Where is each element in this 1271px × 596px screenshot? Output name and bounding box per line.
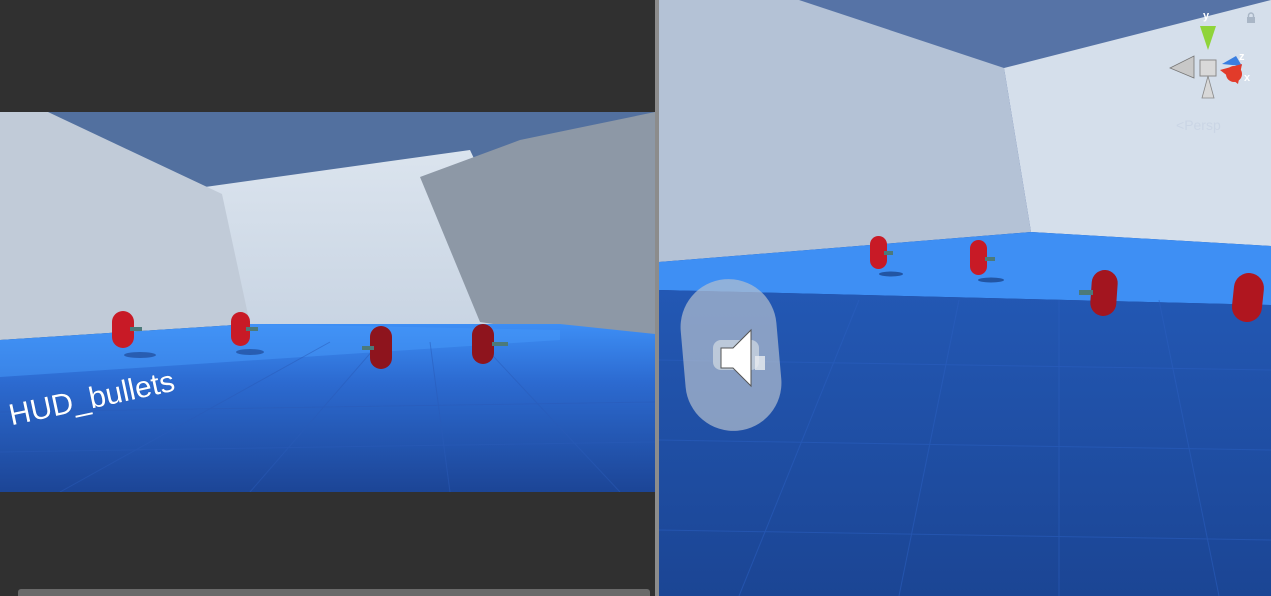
letterbox-top (0, 0, 655, 112)
gizmo-x-label: x (1244, 72, 1251, 84)
persp-text: Persp (1184, 117, 1221, 133)
gizmo-center-cube[interactable] (1199, 59, 1217, 77)
gizmo-x-cone[interactable] (1220, 64, 1242, 84)
game-view-render[interactable] (0, 112, 655, 492)
game-view-panel[interactable]: HUD_bullets (0, 0, 655, 596)
persp-arrow-icon: < (1176, 117, 1185, 133)
gizmo-negative-y-cone[interactable] (1201, 74, 1215, 99)
letterbox-bottom (0, 492, 655, 596)
horizontal-scrollbar[interactable] (18, 589, 650, 596)
orientation-gizmo[interactable] (1160, 6, 1265, 106)
gizmo-z-label: z (1239, 51, 1245, 63)
projection-label[interactable]: <Persp (1176, 117, 1221, 133)
gizmo-y-label: y (1203, 10, 1210, 22)
gizmo-y-cone[interactable] (1200, 26, 1216, 50)
gizmo-negative-x-cone[interactable] (1169, 55, 1195, 79)
